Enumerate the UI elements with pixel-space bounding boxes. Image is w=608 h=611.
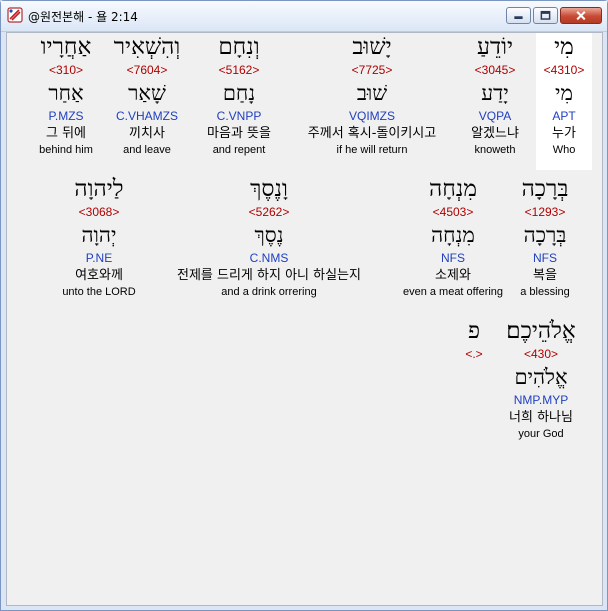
morphology-code: C.NMS [249,251,289,265]
english-gloss: behind him [39,144,93,156]
close-icon [576,11,586,21]
strong-number[interactable]: <5262> [149,204,389,220]
word-ladonai[interactable]: לַיהוָה <3068> יְהוָה P.NE 여호와께 unto the… [44,175,154,300]
strong-number[interactable]: <310> [11,62,121,78]
hebrew-word: אֱלֹהֵיכֶם׃ [506,318,576,344]
strong-number[interactable]: <.> [454,346,494,362]
hebrew-root: אַחַר [48,81,84,105]
title-bar[interactable]: @원전본해 - 욜 2:14 [1,1,607,32]
verse-display-area[interactable]: מִי <4310> מִי APT 누가 Who יוֹדֵעַ <3045>… [6,32,603,606]
hebrew-word: פ [467,318,481,344]
word-vanesech[interactable]: וָנֶסֶךְ <5262> נֶסֶךְ C.NMS 전제를 드리게 하지 … [149,175,389,300]
korean-gloss: 전제를 드리게 하지 아니 하실는지 [177,268,361,283]
morphology-code: P.NE [85,251,113,265]
hebrew-word: לַיהוָה [74,176,124,202]
korean-gloss: 너희 하나님 [509,410,573,425]
hebrew-word: וָנֶסֶךְ [250,176,288,202]
korean-gloss: 그 뒤에 [45,126,86,141]
word-acharav[interactable]: אַחֲרָיו <310> אַחַר P.MZS 그 뒤에 behind h… [11,33,121,158]
word-eloheichem[interactable]: אֱלֹהֵיכֶם׃ <430> אֱלֹהִים NMP.MYP 너희 하나… [486,317,596,442]
english-gloss: your God [518,428,564,440]
maximize-button[interactable] [533,7,558,24]
korean-gloss: 여호와께 [75,268,123,283]
strong-number[interactable]: <430> [486,346,596,362]
morphology-code: NMP.MYP [513,393,569,407]
app-window: @원전본해 - 욜 2:14 מִי <4310> מִי APT 누가 Who… [0,0,608,611]
word-petucha-marker[interactable]: פ <.> [454,317,494,362]
maximize-icon [540,10,551,20]
english-gloss: unto the LORD [62,286,136,298]
english-gloss: and a drink orrering [221,286,317,298]
minimize-button[interactable] [506,7,531,24]
strong-number[interactable]: <3068> [44,204,154,220]
close-button[interactable] [560,7,602,24]
hebrew-word: אַחֲרָיו [40,34,92,60]
window-title: @원전본해 - 욜 2:14 [28,10,138,24]
hebrew-root: אֱלֹהִים [514,365,568,389]
hebrew-root: יְהוָה [81,223,117,247]
hebrew-root: נֶסֶךְ [254,223,284,247]
minimize-icon [514,16,523,20]
morphology-code: P.MZS [48,109,84,123]
bible-app-icon [7,7,23,23]
